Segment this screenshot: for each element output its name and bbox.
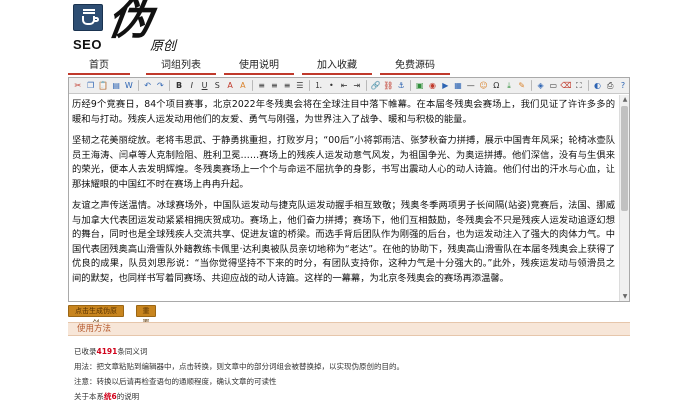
logo-brand-text: SEO xyxy=(73,37,102,52)
reset-button[interactable]: 重置 xyxy=(136,305,156,327)
bold-icon[interactable]: B xyxy=(173,80,185,92)
align-right-icon[interactable]: ≡ xyxy=(281,80,293,92)
generate-button[interactable]: 点击生成伪原创 xyxy=(68,305,124,327)
usage-line-3: 关于本系统6的说明 xyxy=(74,392,140,400)
toolbar-separator xyxy=(251,80,253,91)
outdent-icon[interactable]: ⇤ xyxy=(338,80,350,92)
usage-line-2: 注意：转换以后请再检查语句的通顺程度，确认文章的可读性 xyxy=(74,377,277,386)
media-icon[interactable]: ▶ xyxy=(439,80,451,92)
nav-item-home[interactable]: 首页 xyxy=(68,59,130,75)
toolbar-separator xyxy=(169,80,171,91)
editor-paragraph: 坚韧之花美丽绽放。老将韦思武、于静勇挑重担，打败岁月；“00后”小将郭雨洁、张梦… xyxy=(72,135,615,190)
strike-icon[interactable]: S xyxy=(211,80,223,92)
usage-section-body: 已收录4191条同义词 用法：把文章粘贴到编辑器中，点击转换，则文章中的部分词组… xyxy=(74,344,630,400)
logo-glyph: 伪 xyxy=(104,0,156,45)
nav-item-instructions[interactable]: 使用说明 xyxy=(224,59,294,75)
editor-paragraph: 历经9个竞赛日，84个项目赛事，北京2022年冬残奥会将在全球注目中落下帷幕。在… xyxy=(72,99,615,125)
source-icon[interactable]: ◈ xyxy=(535,80,547,92)
site-logo[interactable]: SEO 伪 原创 xyxy=(70,0,190,56)
indent-icon[interactable]: ⇥ xyxy=(351,80,363,92)
toolbar-separator xyxy=(409,80,411,91)
paste-icon[interactable]: 📋 xyxy=(98,80,110,92)
synonym-count: 4191 xyxy=(96,347,118,356)
usage-section-title: 使用方法 xyxy=(68,322,630,336)
nav-item-source-code[interactable]: 免费源码 xyxy=(380,59,450,75)
flash-icon[interactable]: ◉ xyxy=(427,80,439,92)
nav-item-bookmark[interactable]: 加入收藏 xyxy=(302,59,372,75)
rich-text-editor: ✂ ❐ 📋 ▤ W ↶ ↷ B I U S A A ≡ ≡ ≡ ☰ ⒈ • ⇤ ⇥ 🔗 ⛓ ⚓ ▣ ◉ ▶ ▦ — ☺ Ω ⤓ ✎ ◈ ▭ ⌫ ⛶ ◐ ⎙?… xyxy=(68,77,630,302)
toolbar-separator xyxy=(587,80,589,91)
ordered-list-icon[interactable]: ⒈ xyxy=(313,80,325,92)
editor-paragraph: 友谊之声传送温情。冰球赛场外，中国队运发动与捷克队运发动握手相互致敬；残奥冬季两… xyxy=(72,200,615,284)
undo-icon[interactable]: ↶ xyxy=(142,80,154,92)
usage-line-1: 用法：把文章粘贴到编辑器中，点击转换，则文章中的部分词组会被替换掉，以实现伪原创… xyxy=(74,362,404,371)
align-left-icon[interactable]: ≡ xyxy=(256,80,268,92)
table-icon[interactable]: ▦ xyxy=(452,80,464,92)
print-icon[interactable]: ⎙ xyxy=(604,80,616,92)
clear-icon[interactable]: ⌫ xyxy=(560,80,572,92)
redo-icon[interactable]: ↷ xyxy=(154,80,166,92)
pagebreak-icon[interactable]: ⤓ xyxy=(503,80,515,92)
edit-icon[interactable]: ✎ xyxy=(516,80,528,92)
scroll-up-icon[interactable]: ▲ xyxy=(620,95,630,104)
paste-text-icon[interactable]: ▤ xyxy=(110,80,122,92)
editor-scrollbar[interactable]: ▲ ▼ xyxy=(619,95,629,301)
emoticon-icon[interactable]: ☺ xyxy=(478,80,490,92)
font-color-icon[interactable]: A xyxy=(224,80,236,92)
highlight-icon[interactable]: A xyxy=(237,80,249,92)
nav-item-phrase-list[interactable]: 词组列表 xyxy=(146,59,216,75)
select-all-icon[interactable]: ▭ xyxy=(547,80,559,92)
unlink-icon[interactable]: ⛓ xyxy=(382,80,394,92)
align-center-icon[interactable]: ≡ xyxy=(268,80,280,92)
toolbar-separator xyxy=(137,80,139,91)
hr-icon[interactable]: — xyxy=(465,80,477,92)
coffee-cup-icon xyxy=(73,4,103,31)
toolbar-separator xyxy=(365,80,367,91)
synonym-count-line: 已收录4191条同义词 xyxy=(74,347,148,356)
cut-icon[interactable]: ✂ xyxy=(72,80,84,92)
anchor-icon[interactable]: ⚓ xyxy=(395,80,407,92)
underline-icon[interactable]: U xyxy=(199,80,211,92)
logo-subtitle: 原创 xyxy=(150,39,177,54)
editor-content-area[interactable]: 历经9个竞赛日，84个项目赛事，北京2022年冬残奥会将在全球注目中落下帷幕。在… xyxy=(69,95,619,301)
paste-word-icon[interactable]: W xyxy=(123,80,135,92)
image-icon[interactable]: ▣ xyxy=(414,80,426,92)
editor-actions: 点击生成伪原创 重置 xyxy=(68,305,156,327)
justify-icon[interactable]: ☰ xyxy=(294,80,306,92)
toolbar-separator xyxy=(308,80,310,91)
bullet-list-icon[interactable]: • xyxy=(325,80,337,92)
copy-icon[interactable]: ❐ xyxy=(85,80,97,92)
toolbar-separator xyxy=(530,80,532,91)
preview-icon[interactable]: ◐ xyxy=(592,80,604,92)
scroll-down-icon[interactable]: ▼ xyxy=(620,292,630,301)
editor-toolbar: ✂ ❐ 📋 ▤ W ↶ ↷ B I U S A A ≡ ≡ ≡ ☰ ⒈ • ⇤ ⇥ 🔗 ⛓ ⚓ ▣ ◉ ▶ ▦ — ☺ Ω ⤓ ✎ ◈ ▭ ⌫ ⛶ ◐ ⎙? xyxy=(69,78,629,94)
link-icon[interactable]: 🔗 xyxy=(370,80,382,92)
italic-icon[interactable]: I xyxy=(186,80,198,92)
help-icon[interactable]: ? xyxy=(617,80,629,92)
fullscreen-icon[interactable]: ⛶ xyxy=(573,80,585,92)
special-char-icon[interactable]: Ω xyxy=(490,80,502,92)
top-nav: 首页 词组列表 使用说明 加入收藏 免费源码 xyxy=(68,59,628,75)
scroll-thumb[interactable] xyxy=(621,106,628,211)
